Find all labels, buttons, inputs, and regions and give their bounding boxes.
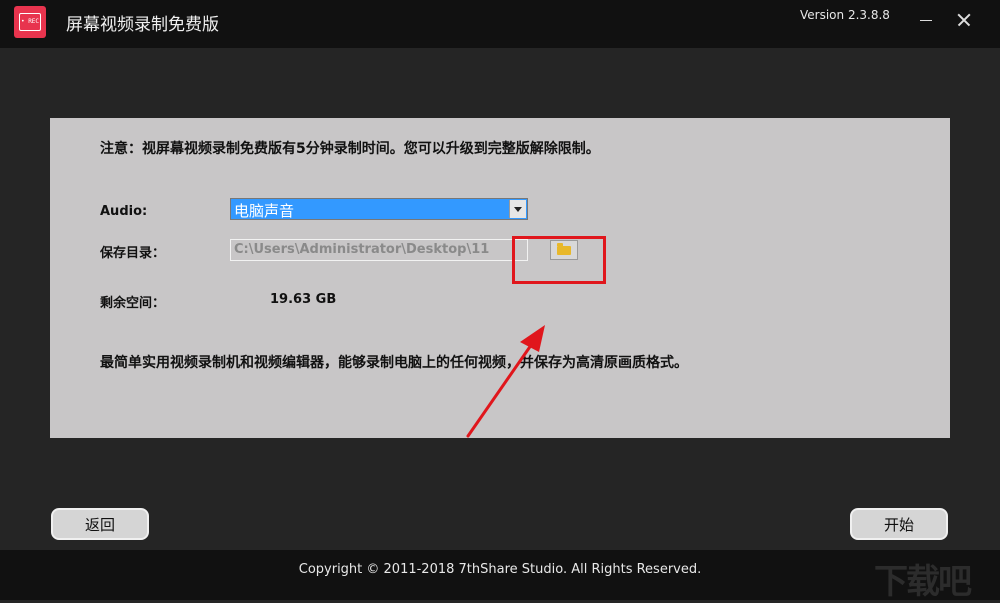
rec-icon: • REC [19, 13, 41, 31]
footer: Copyright © 2011-2018 7thShare Studio. A… [0, 550, 1000, 602]
audio-select-value: 电脑声音 [234, 202, 295, 220]
product-description: 最简单实用视频录制机和视频编辑器，能够录制电脑上的任何视频，并保存为高清原画质格… [100, 355, 688, 371]
title-bar: • REC 屏幕视频录制免费版 Version 2.3.8.8 [0, 0, 1000, 48]
audio-label: Audio: [100, 204, 148, 219]
save-path-input[interactable]: C:\Users\Administrator\Desktop\11 [230, 239, 528, 261]
close-button[interactable] [950, 6, 978, 34]
chevron-down-icon[interactable] [509, 200, 526, 218]
free-space-label: 剩余空间： [100, 296, 166, 311]
free-space-value: 19.63 GB [270, 292, 337, 307]
app-logo: • REC [14, 6, 46, 38]
annotation-highlight-box [512, 236, 606, 284]
copyright-text: Copyright © 2011-2018 7thShare Studio. A… [298, 562, 702, 577]
free-version-notice: 注意：视屏幕视频录制免费版有5分钟录制时间。您可以升级到完整版解除限制。 [100, 141, 600, 157]
audio-select[interactable]: 电脑声音 [230, 198, 528, 220]
app-title: 屏幕视频录制免费版 [66, 15, 219, 35]
back-button[interactable]: 返回 [51, 508, 149, 540]
version-label: Version 2.3.8.8 [800, 8, 890, 22]
watermark: 下载吧 [874, 562, 972, 602]
minimize-button[interactable] [912, 6, 940, 34]
save-directory-label: 保存目录： [100, 246, 166, 261]
start-button[interactable]: 开始 [850, 508, 948, 540]
settings-panel: 注意：视屏幕视频录制免费版有5分钟录制时间。您可以升级到完整版解除限制。 Aud… [50, 118, 950, 438]
